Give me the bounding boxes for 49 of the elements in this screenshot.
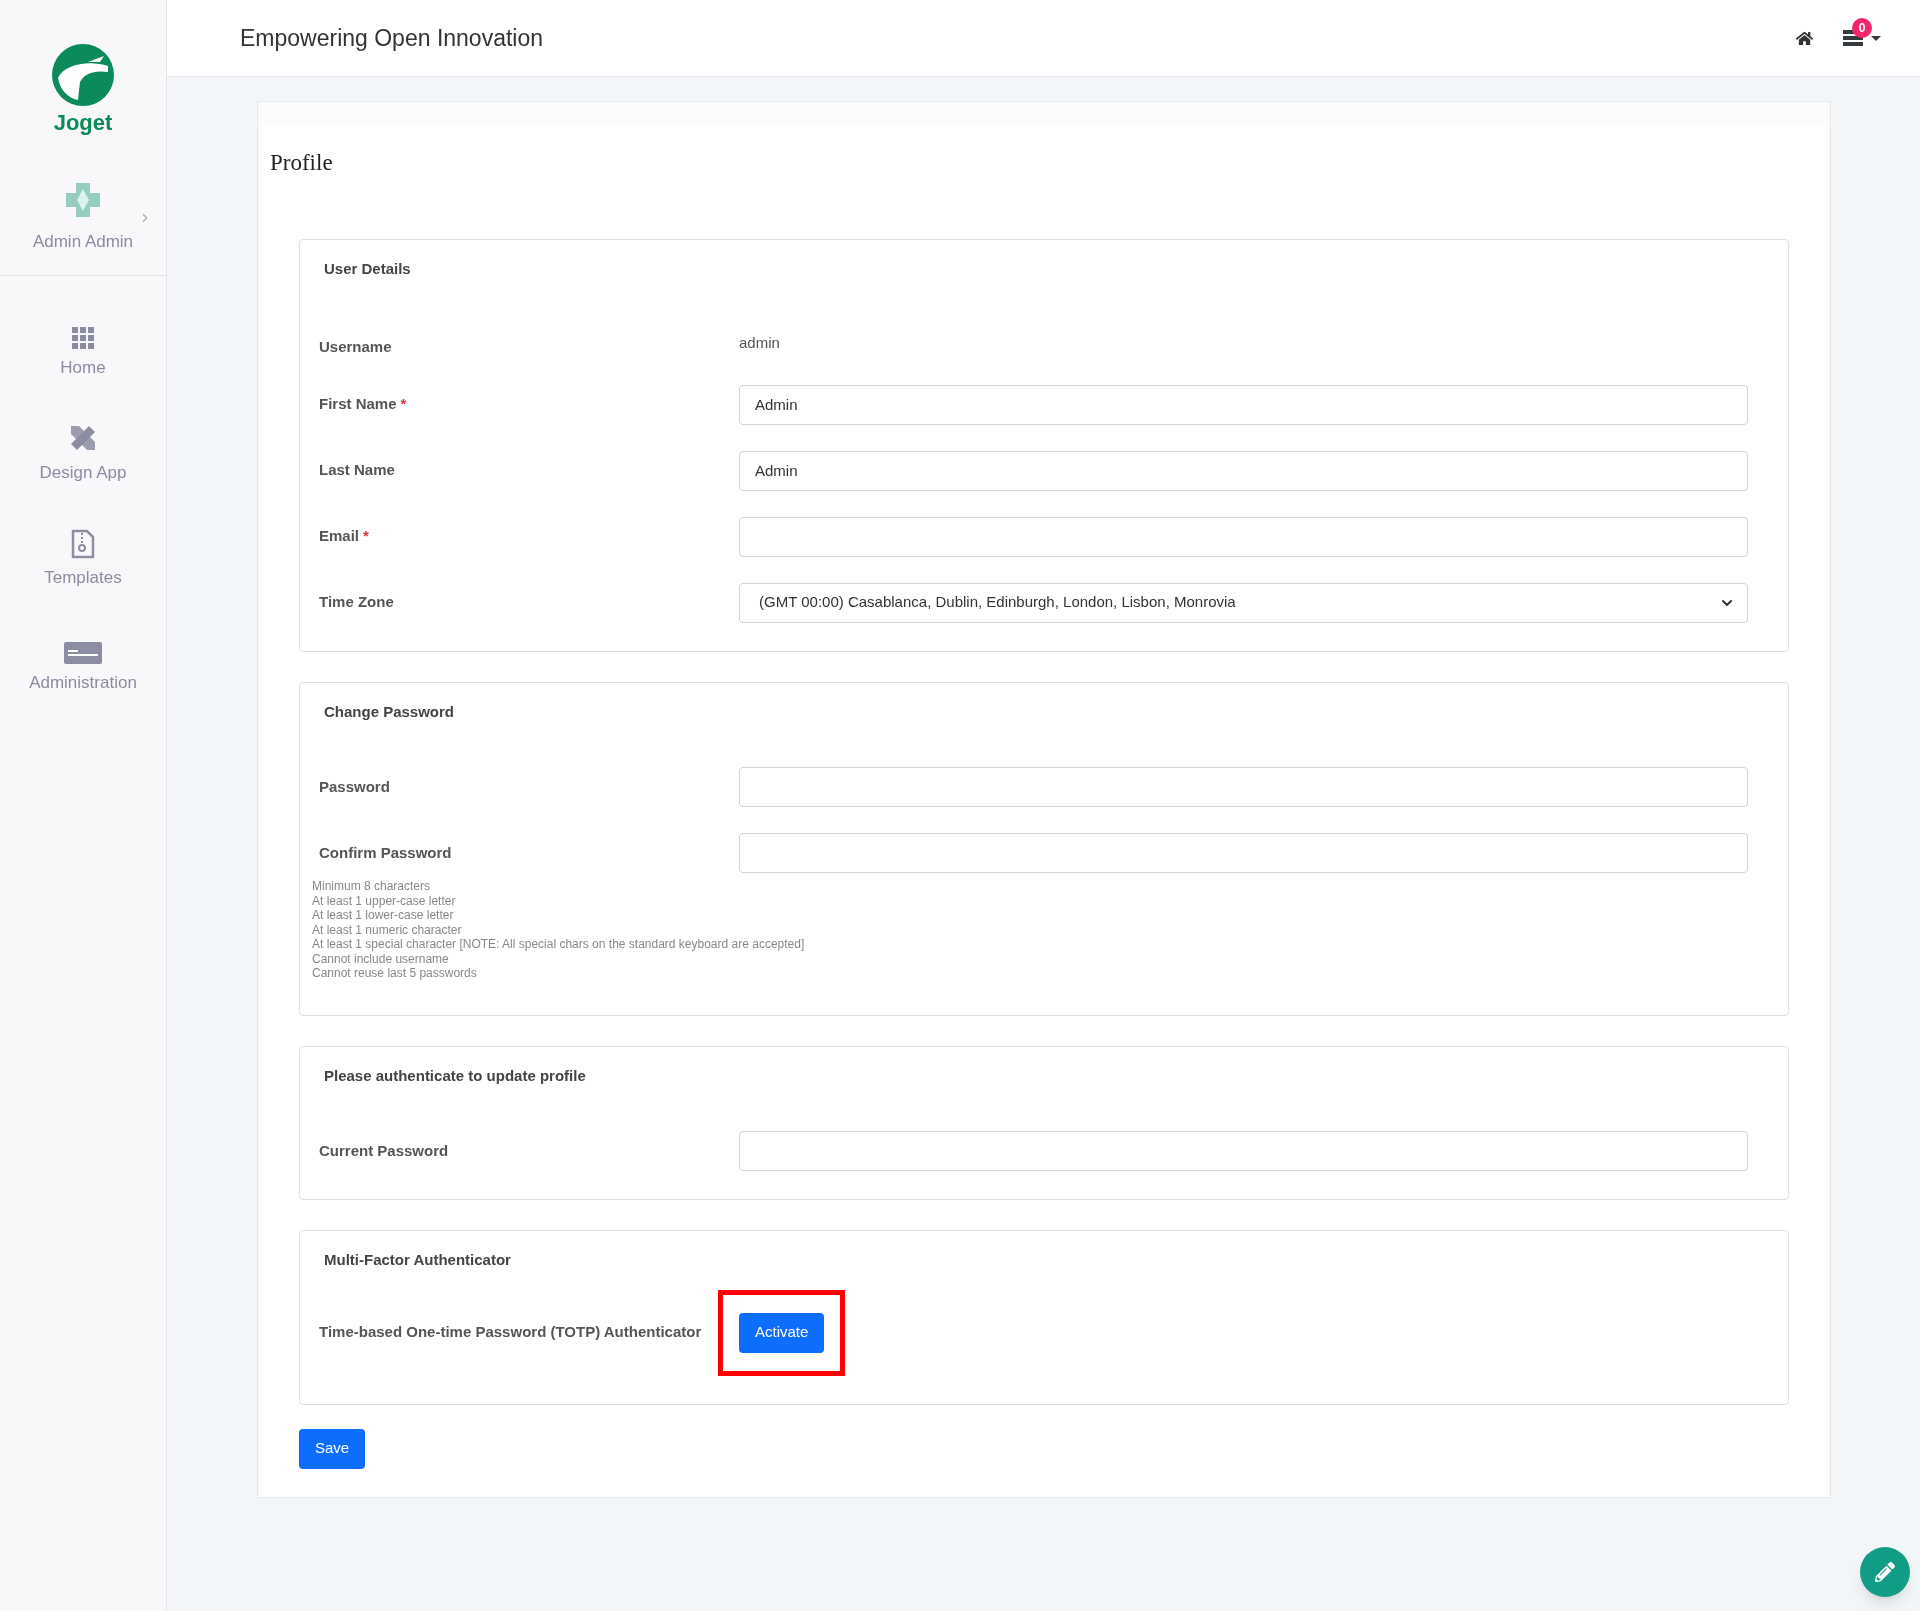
text-field[interactable]: Admin [739,384,1748,425]
nav-item[interactable]: Design App [0,406,166,486]
field-label: Last Name [319,461,395,479]
page-title: Profile [269,149,334,177]
time-zone-select[interactable]: (GMT 00:00) Casablanca, Dublin, Edinburgh, London, Lisbon, Monrovia [739,582,1748,623]
field-label: Username [319,338,392,355]
notification-badge: 0 [1852,18,1872,38]
password-rule: Cannot include username [312,951,450,966]
password-rule: At least 1 upper-case letter [312,893,457,908]
edit-button[interactable] [1860,1547,1910,1597]
field-label: First Name [319,395,397,413]
pencil-icon [1875,1562,1895,1582]
nav-item[interactable]: Templates [0,511,166,591]
field-label: Time Zone [319,593,394,611]
text-field[interactable] [739,516,1748,557]
user-name[interactable]: Admin Admin [32,229,134,255]
field-label: Confirm Password [319,843,452,861]
console-icon [64,642,102,664]
logo-icon [50,42,116,108]
grid-icon [72,327,94,349]
nav-item[interactable]: Home [0,301,166,381]
home-icon[interactable] [1796,29,1813,47]
save-button[interactable]: Save [299,1428,366,1469]
field-label: Password [319,777,390,795]
password-field[interactable] [739,767,1748,807]
brand-name: Joget [53,109,113,137]
zip-file-icon [71,529,95,559]
avatar-icon [64,181,102,219]
password-rule: Cannot reuse last 5 passwords [312,966,478,981]
password-rule: Minimum 8 characters [312,879,432,894]
field-value: admin [739,333,780,353]
required-asterisk: * [400,395,407,413]
section-title: Change Password [323,701,456,722]
password-field[interactable] [739,1131,1748,1171]
nav-item[interactable]: Administration [0,616,166,696]
password-rule: At least 1 numeric character [312,922,463,937]
activate-button[interactable]: Activate [739,1312,825,1353]
field-label: Time-based One-time Password (TOTP) Authenticator [319,1323,702,1341]
password-rule: At least 1 special character [NOTE: All special chars on the standard keyboard are accepted] [312,937,806,952]
section-title: Multi-Factor Authenticator [323,1250,512,1270]
password-rule: At least 1 lower-case letter [312,908,455,923]
field-label: Current Password [319,1141,449,1159]
text-field[interactable]: Admin [739,450,1748,491]
required-asterisk: * [363,527,369,545]
header-title: Empowering Open Innovation [240,23,544,53]
field-label: Email [319,527,360,545]
section-title: Please authenticate to update profile [323,1065,587,1086]
section-title: User Details [323,258,412,279]
password-field[interactable] [739,833,1748,873]
